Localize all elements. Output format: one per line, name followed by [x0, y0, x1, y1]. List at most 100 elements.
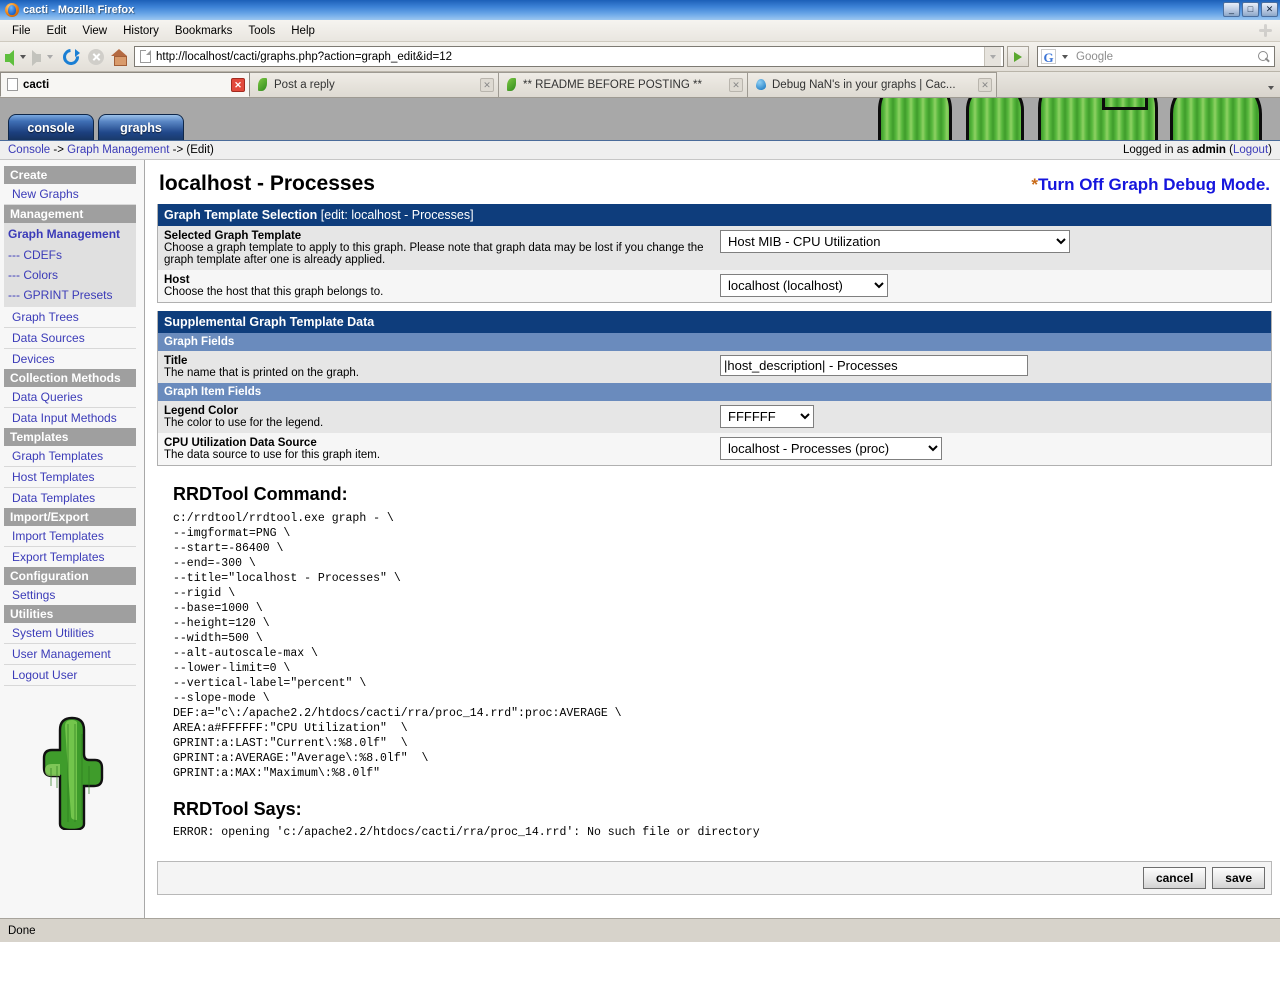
menu-help[interactable]: Help: [283, 23, 323, 39]
search-engine-chevron-icon[interactable]: [1062, 54, 1068, 59]
browser-tab-post-a-reply[interactable]: Post a reply ✕: [249, 72, 499, 97]
menu-edit[interactable]: Edit: [39, 23, 75, 39]
leaf-icon: [256, 78, 269, 92]
search-input[interactable]: Google: [1076, 51, 1113, 63]
rrdtool-command-heading: RRDTool Command:: [173, 484, 348, 504]
menu-view[interactable]: View: [74, 23, 115, 39]
reload-icon[interactable]: [62, 48, 80, 66]
rrdtool-says-text: ERROR: opening 'c:/apache2.2/htdocs/cact…: [173, 826, 760, 839]
rrdtool-command-text: c:/rrdtool/rrdtool.exe graph - \ --imgfo…: [173, 512, 622, 780]
tab-list-chevron-icon[interactable]: [1268, 86, 1274, 90]
page-title: localhost - Processes: [159, 172, 375, 195]
back-history-chevron-icon[interactable]: [20, 54, 26, 59]
sidebar-item-data-input-methods[interactable]: Data Input Methods: [4, 408, 136, 428]
sidebar-item-gprint-presets[interactable]: --- GPRINT Presets: [4, 285, 136, 305]
row-control-block: localhost (localhost): [714, 274, 888, 297]
google-icon[interactable]: G: [1041, 49, 1056, 65]
sidebar: Create New Graphs Management Graph Manag…: [0, 160, 145, 918]
browser-tab-label: ** README BEFORE POSTING **: [523, 79, 702, 91]
cancel-button[interactable]: cancel: [1142, 867, 1207, 889]
browser-tab-readme[interactable]: ** README BEFORE POSTING ** ✕: [498, 72, 748, 97]
menu-bookmarks[interactable]: Bookmarks: [167, 23, 241, 39]
browser-tab-debug-nans[interactable]: Debug NaN's in your graphs | Cac... ✕: [747, 72, 997, 97]
tab-console[interactable]: console: [8, 114, 94, 140]
go-button[interactable]: [1007, 46, 1029, 67]
forward-arrow-icon[interactable]: [32, 49, 41, 66]
sidebar-item-logout-user[interactable]: Logout User: [4, 665, 136, 686]
close-button[interactable]: ✕: [1261, 2, 1278, 17]
field-description: The color to use for the legend.: [164, 417, 324, 429]
menu-tools[interactable]: Tools: [240, 23, 283, 39]
sidebar-item-devices[interactable]: Devices: [4, 349, 136, 369]
restore-button[interactable]: □: [1242, 2, 1259, 17]
menu-file[interactable]: File: [4, 23, 39, 39]
toggle-graph-debug-mode-link[interactable]: *Turn Off Graph Debug Mode.: [1031, 175, 1270, 195]
breadcrumb-console-link[interactable]: Console: [8, 144, 50, 156]
login-status: Logged in as admin (Logout): [1123, 144, 1272, 156]
row-control-block: Host MIB - CPU Utilization: [714, 230, 1070, 253]
sidebar-item-graph-management[interactable]: Graph Management: [4, 225, 136, 245]
forward-history-chevron-icon[interactable]: [47, 54, 53, 59]
form-action-bar: cancel save: [157, 861, 1272, 895]
sidebar-item-host-templates[interactable]: Host Templates: [4, 467, 136, 488]
row-title: Title The name that is printed on the gr…: [158, 351, 1271, 383]
field-label: Title: [164, 355, 188, 367]
save-button[interactable]: save: [1212, 867, 1265, 889]
breadcrumb-trail: Console -> Graph Management -> (Edit): [8, 144, 214, 156]
sidebar-item-data-queries[interactable]: Data Queries: [4, 387, 136, 408]
close-icon[interactable]: ✕: [480, 78, 494, 92]
back-arrow-icon[interactable]: [5, 49, 14, 66]
sidebar-item-settings[interactable]: Settings: [4, 585, 136, 605]
sidebar-item-data-templates[interactable]: Data Templates: [4, 488, 136, 508]
url-bar[interactable]: http://localhost/cacti/graphs.php?action…: [134, 46, 1004, 67]
panel-title-text: Graph Template Selection: [164, 208, 318, 222]
sidebar-header-create: Create: [4, 166, 136, 184]
sidebar-item-data-sources[interactable]: Data Sources: [4, 328, 136, 349]
window-title: cacti - Mozilla Firefox: [23, 4, 135, 16]
breadcrumb-current: (Edit): [186, 144, 214, 156]
sidebar-item-import-templates[interactable]: Import Templates: [4, 526, 136, 547]
selected-graph-template-select[interactable]: Host MIB - CPU Utilization: [720, 230, 1070, 253]
logout-link[interactable]: Logout: [1233, 144, 1268, 156]
breadcrumb-graph-management-link[interactable]: Graph Management: [67, 144, 169, 156]
logout-paren-close: ): [1268, 144, 1272, 156]
close-icon[interactable]: ✕: [978, 78, 992, 92]
sidebar-item-graph-templates[interactable]: Graph Templates: [4, 446, 136, 467]
stop-icon: [88, 48, 104, 65]
browser-tabstrip: cacti ✕ Post a reply ✕ ** README BEFORE …: [0, 72, 1280, 98]
sidebar-item-new-graphs[interactable]: New Graphs: [4, 184, 136, 205]
browser-tab-cacti[interactable]: cacti ✕: [0, 72, 250, 97]
sidebar-item-graph-trees[interactable]: Graph Trees: [4, 307, 136, 328]
sidebar-item-user-management[interactable]: User Management: [4, 644, 136, 665]
sidebar-item-export-templates[interactable]: Export Templates: [4, 547, 136, 567]
sidebar-header-management: Management: [4, 205, 136, 223]
tab-graphs[interactable]: graphs: [98, 114, 184, 140]
close-icon[interactable]: ✕: [231, 77, 245, 92]
breadcrumb: Console -> Graph Management -> (Edit) Lo…: [0, 140, 1280, 160]
field-description: Choose the host that this graph belongs …: [164, 286, 384, 298]
close-icon[interactable]: ✕: [729, 78, 743, 92]
sidebar-item-system-utilities[interactable]: System Utilities: [4, 623, 136, 644]
row-label-block: Selected Graph Template Choose a graph t…: [164, 230, 714, 266]
graph-item-fields-subheader: Graph Item Fields: [158, 383, 1271, 401]
home-icon[interactable]: [111, 49, 128, 66]
browser-tab-label: cacti: [23, 78, 50, 91]
sidebar-item-cdefs[interactable]: --- CDEFs: [4, 245, 136, 265]
url-dropdown-button[interactable]: [984, 47, 1001, 66]
field-description: The name that is printed on the graph.: [164, 367, 359, 379]
status-text: Done: [8, 924, 36, 937]
menu-history[interactable]: History: [115, 23, 167, 39]
search-bar[interactable]: G Google: [1037, 46, 1275, 67]
panel-title-subtext: [edit: localhost - Processes]: [320, 208, 474, 222]
host-select[interactable]: localhost (localhost): [720, 274, 888, 297]
legend-color-select[interactable]: FFFFFF: [720, 405, 814, 428]
magnifier-icon[interactable]: [1258, 50, 1270, 63]
row-label-block: CPU Utilization Data Source The data sou…: [164, 437, 714, 461]
minimize-button[interactable]: _: [1223, 2, 1240, 17]
window-titlebar: cacti - Mozilla Firefox _ □ ✕: [0, 0, 1280, 20]
sidebar-item-colors[interactable]: --- Colors: [4, 265, 136, 285]
title-input[interactable]: [720, 355, 1028, 376]
field-label: Selected Graph Template: [164, 230, 302, 242]
firefox-icon: [5, 3, 19, 17]
cpu-utilization-data-source-select[interactable]: localhost - Processes (proc): [720, 437, 942, 460]
